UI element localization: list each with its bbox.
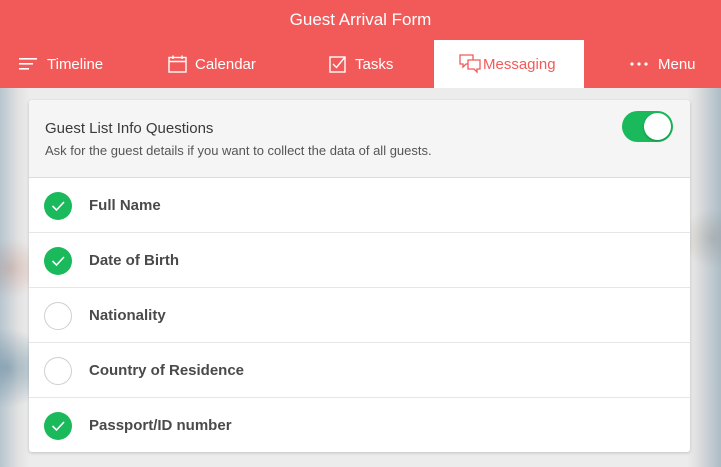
messaging-icon (459, 54, 481, 74)
question-label: Full Name (89, 197, 161, 214)
question-label: Date of Birth (89, 252, 179, 269)
title-bar: Guest Arrival Form (0, 0, 721, 40)
checkmark-icon[interactable] (44, 412, 72, 440)
tab-label: Menu (658, 55, 696, 73)
guest-info-card: Guest List Info Questions Ask for the gu… (29, 100, 690, 452)
tab-tasks[interactable]: Tasks (329, 40, 393, 88)
tasks-icon (329, 55, 347, 73)
empty-circle-icon[interactable] (44, 302, 72, 330)
question-row-date-of-birth[interactable]: Date of Birth (29, 233, 690, 288)
tab-label: Messaging (483, 55, 556, 73)
question-row-nationality[interactable]: Nationality (29, 288, 690, 343)
tab-label: Tasks (355, 55, 394, 73)
toggle-knob (644, 113, 671, 140)
calendar-icon (168, 55, 187, 73)
page-title: Guest Arrival Form (289, 10, 432, 29)
section-description: Ask for the guest details if you want to… (45, 143, 432, 158)
tab-messaging[interactable]: Messaging (434, 40, 584, 88)
tab-label: Calendar (195, 55, 256, 73)
question-row-full-name[interactable]: Full Name (29, 178, 690, 233)
question-row-passport-id[interactable]: Passport/ID number (29, 398, 690, 452)
ellipsis-icon (630, 62, 648, 66)
tab-label: Timeline (47, 55, 104, 73)
tab-bar: Timeline Calendar Tasks Messaging Menu (0, 40, 721, 88)
checkmark-icon[interactable] (44, 247, 72, 275)
section-title: Guest List Info Questions (45, 120, 214, 137)
checkmark-icon[interactable] (44, 192, 72, 220)
tab-menu[interactable]: Menu (630, 40, 696, 88)
tab-calendar[interactable]: Calendar (168, 40, 256, 88)
guest-info-toggle[interactable] (622, 111, 673, 142)
tab-timeline[interactable]: Timeline (19, 40, 103, 88)
question-label: Nationality (89, 307, 166, 324)
question-row-country-of-residence[interactable]: Country of Residence (29, 343, 690, 398)
empty-circle-icon[interactable] (44, 357, 72, 385)
card-header: Guest List Info Questions Ask for the gu… (29, 100, 690, 178)
question-label: Country of Residence (89, 362, 245, 379)
question-label: Passport/ID number (89, 417, 232, 434)
timeline-icon (19, 57, 39, 71)
